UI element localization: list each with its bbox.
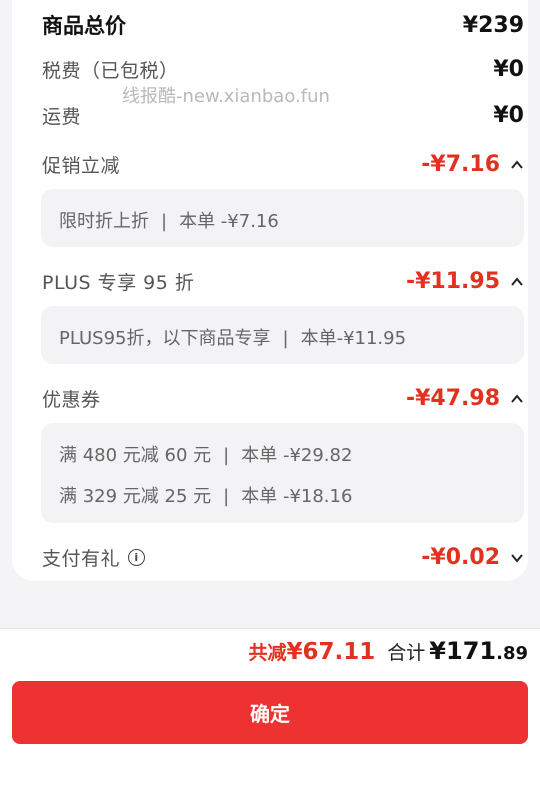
coupon-label: 优惠券 bbox=[42, 389, 101, 411]
promo-detail-line: 限时折上折 | 本单 -¥7.16 bbox=[59, 211, 279, 232]
promo-label: 促销立减 bbox=[42, 155, 121, 177]
watermark-text: 线报酷-new.xianbao.fun bbox=[122, 86, 330, 107]
total-label: 合计 bbox=[387, 642, 426, 664]
gift-label: 支付有礼 bbox=[42, 548, 121, 570]
total-dec: .89 bbox=[496, 643, 528, 664]
plus-detail-name: PLUS95折，以下商品专享 bbox=[59, 328, 271, 349]
coupon-detail-name: 满 329 元减 25 元 bbox=[59, 486, 212, 507]
plus-detail-line: PLUS95折，以下商品专享 | 本单-¥11.95 bbox=[59, 328, 407, 349]
goods-total-value: ¥239 bbox=[462, 12, 524, 38]
promo-detail-amount: 本单 -¥7.16 bbox=[179, 211, 279, 232]
chevron-up-icon[interactable] bbox=[510, 158, 524, 172]
promo-detail-box: 限时折上折 | 本单 -¥7.16 bbox=[41, 189, 524, 247]
tax-value: ¥0 bbox=[493, 57, 524, 82]
price-summary-card: 商品总价 ¥239 税费（已包税） ¥0 运费 ¥0 线报酷-new.xianb… bbox=[12, 0, 528, 581]
goods-total-row: 商品总价 ¥239 bbox=[42, 10, 524, 40]
info-icon[interactable]: i bbox=[128, 549, 146, 566]
coupon-detail-name: 满 480 元减 60 元 bbox=[59, 445, 212, 466]
plus-detail-box: PLUS95折，以下商品专享 | 本单-¥11.95 bbox=[41, 306, 524, 364]
coupon-value: -¥47.98 bbox=[405, 386, 500, 411]
gift-row[interactable]: 支付有礼 i -¥0.02 bbox=[42, 544, 524, 571]
coupon-detail-amount: 本单 -¥29.82 bbox=[241, 445, 353, 466]
coupon-detail-line-1: 满 480 元减 60 元 | 本单 -¥29.82 bbox=[59, 445, 353, 466]
tax-row: 税费（已包税） ¥0 bbox=[42, 56, 524, 83]
plus-detail-amount: 本单-¥11.95 bbox=[300, 328, 407, 349]
promo-value: -¥7.16 bbox=[421, 152, 500, 177]
plus-label: PLUS 专享 95 折 bbox=[42, 272, 195, 294]
promo-row[interactable]: 促销立减 -¥7.16 bbox=[42, 151, 524, 178]
plus-row[interactable]: PLUS 专享 95 折 -¥11.95 bbox=[42, 268, 524, 295]
coupon-detail-box: 满 480 元减 60 元 | 本单 -¥29.82 满 329 元减 25 元 | 本… bbox=[41, 423, 524, 523]
gift-value: -¥0.02 bbox=[421, 545, 500, 570]
total-currency: ¥ bbox=[429, 637, 446, 665]
tax-label: 税费（已包税） bbox=[42, 60, 179, 82]
coupon-row[interactable]: 优惠券 -¥47.98 bbox=[42, 385, 524, 412]
discount-total: ¥67.11 bbox=[286, 639, 376, 665]
coupon-detail-amount: 本单 -¥18.16 bbox=[241, 486, 353, 507]
chevron-up-icon[interactable] bbox=[510, 392, 524, 406]
shipping-label: 运费 bbox=[42, 106, 82, 128]
chevron-down-icon[interactable] bbox=[510, 551, 524, 565]
total-int: 171 bbox=[446, 637, 497, 665]
order-summary: 共减¥67.11 合计 ¥171.89 bbox=[249, 637, 529, 665]
confirm-button[interactable]: 确定 bbox=[12, 681, 528, 744]
discount-prefix: 共减 bbox=[248, 642, 287, 664]
checkout-bar: 共减¥67.11 合计 ¥171.89 确定 bbox=[0, 628, 540, 797]
chevron-up-icon[interactable] bbox=[510, 275, 524, 289]
shipping-value: ¥0 bbox=[493, 103, 524, 128]
plus-value: -¥11.95 bbox=[405, 269, 500, 294]
promo-detail-name: 限时折上折 bbox=[59, 211, 149, 232]
goods-total-label: 商品总价 bbox=[42, 14, 126, 38]
coupon-detail-line-2: 满 329 元减 25 元 | 本单 -¥18.16 bbox=[59, 486, 353, 507]
